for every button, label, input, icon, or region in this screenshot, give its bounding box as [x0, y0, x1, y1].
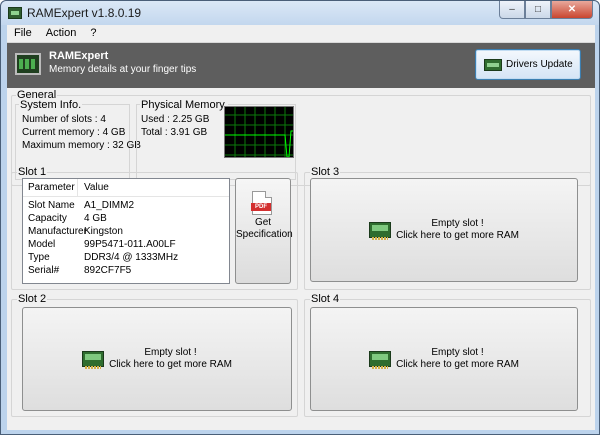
row-value: Kingston: [84, 226, 123, 237]
ram-module-icon: [82, 351, 105, 369]
drivers-update-button[interactable]: Drivers Update: [475, 49, 581, 80]
slot-4-label: Slot 4: [310, 293, 341, 305]
row-key: Serial#: [28, 265, 60, 276]
get-more-ram-text: Click here to get more RAM: [109, 359, 232, 370]
slot-4-empty-button[interactable]: Empty slot ! Click here to get more RAM: [310, 307, 578, 411]
row-value: 99P5471-011.A00LF: [84, 239, 176, 250]
app-window: RAMExpert v1.8.0.19 – □ ✕ File Action ? …: [0, 0, 600, 435]
row-key: Slot Name: [28, 200, 75, 211]
window-controls: – □ ✕: [499, 1, 593, 19]
menu-help[interactable]: ?: [83, 25, 103, 42]
header-tagline: Memory details at your finger tips: [49, 64, 197, 75]
row-value: A1_DIMM2: [84, 200, 135, 211]
table-header: Parameter Value: [23, 179, 229, 197]
get-specification-button[interactable]: PDF Get Specification: [235, 178, 293, 284]
row-key: Type: [28, 252, 50, 263]
ram-module-icon: [15, 53, 41, 75]
header-app-name: RAMExpert: [49, 50, 109, 62]
close-button[interactable]: ✕: [551, 1, 593, 19]
menu-action[interactable]: Action: [39, 25, 84, 42]
ram-card-icon: [484, 58, 502, 71]
memory-total: Total : 3.91 GB: [141, 127, 208, 138]
client-area: File Action ? RAMExpert Memory details a…: [7, 25, 595, 430]
slot-2-message: Empty slot ! Click here to get more RAM: [109, 347, 232, 371]
ram-module-icon: [369, 351, 392, 369]
column-parameter[interactable]: Parameter: [23, 179, 78, 197]
ram-app-icon: [8, 7, 22, 19]
drivers-update-label: Drivers Update: [506, 59, 573, 70]
menu-file[interactable]: File: [7, 25, 39, 42]
slot-1-label: Slot 1: [17, 166, 48, 178]
slot-3-label: Slot 3: [310, 166, 341, 178]
current-memory: Current memory : 4 GB: [22, 127, 126, 138]
maximum-memory: Maximum memory : 32 GB: [22, 140, 141, 151]
row-key: Capacity: [28, 213, 67, 224]
row-value: 892CF7F5: [84, 265, 132, 276]
row-key: Manufacturer: [28, 226, 87, 237]
ram-module-icon: [369, 222, 392, 240]
slot-3-empty-button[interactable]: Empty slot ! Click here to get more RAM: [310, 178, 578, 282]
row-key: Model: [28, 239, 56, 250]
slot-2-empty-button[interactable]: Empty slot ! Click here to get more RAM: [22, 307, 292, 411]
pdf-icon: PDF: [251, 191, 272, 215]
row-value: 4 GB: [84, 213, 107, 224]
slot-1-parameter-table[interactable]: Parameter Value Slot Name A1_DIMM2 Capaci…: [22, 178, 230, 284]
slots-count: Number of slots : 4: [22, 114, 106, 125]
empty-slot-text: Empty slot !: [431, 347, 484, 358]
slot-4-message: Empty slot ! Click here to get more RAM: [396, 347, 519, 371]
row-value: DDR3/4 @ 1333MHz: [84, 252, 179, 263]
get-specification-label: Get Specification: [236, 217, 293, 240]
column-value[interactable]: Value: [79, 179, 229, 197]
system-info-title: System Info.: [19, 99, 83, 111]
slot-3-message: Empty slot ! Click here to get more RAM: [396, 218, 519, 242]
empty-slot-text: Empty slot !: [431, 218, 484, 229]
window-title: RAMExpert v1.8.0.19: [27, 6, 142, 20]
pdf-icon-text: PDF: [251, 203, 271, 211]
slot-2-label: Slot 2: [17, 293, 48, 305]
memory-usage-graph: [224, 106, 294, 158]
get-more-ram-text: Click here to get more RAM: [396, 359, 519, 370]
title-bar[interactable]: RAMExpert v1.8.0.19 – □ ✕: [1, 1, 599, 25]
menu-bar: File Action ?: [7, 25, 595, 43]
empty-slot-text: Empty slot !: [144, 347, 197, 358]
app-header: RAMExpert Memory details at your finger …: [7, 43, 595, 88]
physical-memory-title: Physical Memory.: [140, 99, 228, 111]
minimize-button[interactable]: –: [499, 1, 525, 19]
get-more-ram-text: Click here to get more RAM: [396, 230, 519, 241]
maximize-button[interactable]: □: [525, 1, 551, 19]
memory-used: Used : 2.25 GB: [141, 114, 210, 125]
